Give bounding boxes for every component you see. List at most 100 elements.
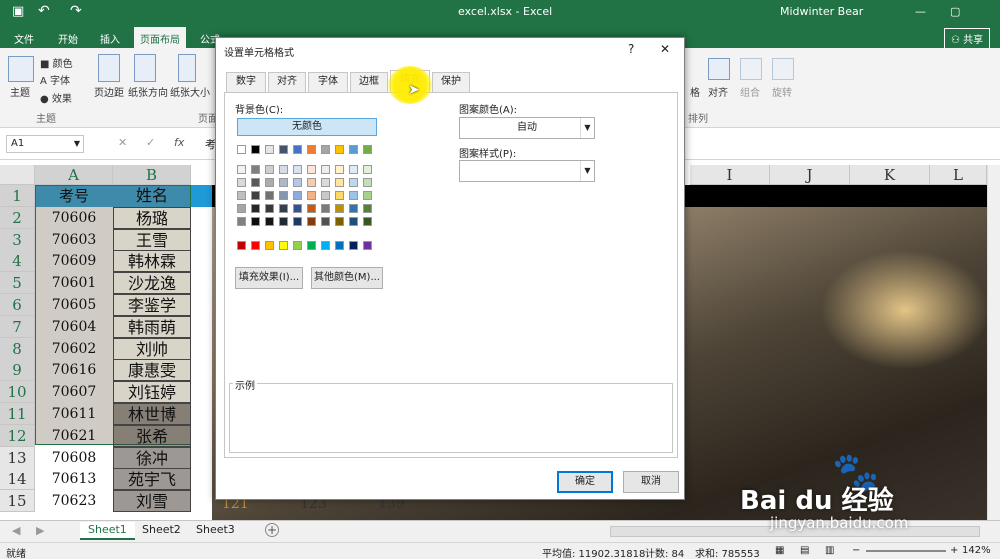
row-header[interactable]: 4 <box>0 250 35 272</box>
tint-color-swatch[interactable] <box>349 217 358 226</box>
tint-color-swatch[interactable] <box>251 191 260 200</box>
tint-color-swatch[interactable] <box>279 204 288 213</box>
size-icon[interactable] <box>178 54 196 82</box>
row-header[interactable]: 8 <box>0 338 35 360</box>
pattern-style-select[interactable]: ▼ <box>459 160 595 182</box>
row-header[interactable]: 7 <box>0 316 35 338</box>
tab-home[interactable]: 开始 <box>52 29 84 48</box>
help-icon[interactable]: ? <box>628 42 634 56</box>
theme-color-swatch[interactable] <box>265 145 274 154</box>
row-header[interactable]: 14 <box>0 468 35 490</box>
undo-icon[interactable]: ↶ <box>38 3 50 19</box>
colors-button[interactable]: ■ 颜色 <box>40 55 73 70</box>
tint-color-swatch[interactable] <box>349 165 358 174</box>
tint-color-swatch[interactable] <box>265 178 274 187</box>
zoom-out-icon[interactable]: − <box>852 545 860 556</box>
tint-color-swatch[interactable] <box>279 191 288 200</box>
row-header[interactable]: 13 <box>0 447 35 469</box>
tab-file[interactable]: 文件 <box>8 29 40 48</box>
theme-color-swatch[interactable] <box>237 145 246 154</box>
cell-name[interactable]: 王雪 <box>113 229 191 251</box>
function-icon[interactable]: fx <box>174 136 184 149</box>
effects-button[interactable]: ● 效果 <box>40 90 72 105</box>
tint-color-swatch[interactable] <box>237 204 246 213</box>
tint-color-swatch[interactable] <box>293 217 302 226</box>
tint-color-swatch[interactable] <box>265 165 274 174</box>
ok-button[interactable]: 确定 <box>557 471 613 493</box>
standard-color-swatch[interactable] <box>237 241 246 250</box>
cell-name[interactable]: 刘帅 <box>113 338 191 360</box>
tint-color-swatch[interactable] <box>363 165 372 174</box>
cell-name[interactable]: 沙龙逸 <box>113 272 191 294</box>
minimize-icon[interactable]: — <box>915 5 926 18</box>
cell-name[interactable]: 林世博 <box>113 403 191 425</box>
tint-color-swatch[interactable] <box>363 178 372 187</box>
header-cell-id[interactable]: 考号 <box>35 185 113 207</box>
row-header[interactable]: 1 <box>0 185 35 207</box>
tint-color-swatch[interactable] <box>293 191 302 200</box>
row-header[interactable]: 15 <box>0 490 35 512</box>
cell-id[interactable]: 70608 <box>35 447 113 469</box>
cell-id[interactable]: 70609 <box>35 250 113 272</box>
tint-color-swatch[interactable] <box>279 165 288 174</box>
theme-color-swatch[interactable] <box>293 145 302 154</box>
standard-color-swatch[interactable] <box>321 241 330 250</box>
tab-page-layout[interactable]: 页面布局 <box>134 27 186 48</box>
cell-id[interactable]: 70621 <box>35 425 113 447</box>
tint-color-swatch[interactable] <box>265 191 274 200</box>
row-header[interactable]: 12 <box>0 425 35 447</box>
row-header[interactable]: 2 <box>0 207 35 229</box>
tint-color-swatch[interactable] <box>307 217 316 226</box>
name-box[interactable]: A1 ▼ <box>6 135 84 153</box>
col-header-b[interactable]: B <box>113 165 191 185</box>
cell-id[interactable]: 70601 <box>35 272 113 294</box>
tint-color-swatch[interactable] <box>237 217 246 226</box>
share-button[interactable]: ⚇ 共享 <box>944 28 991 49</box>
cell-name[interactable]: 康惠雯 <box>113 359 191 381</box>
cell-name[interactable]: 张希 <box>113 425 191 447</box>
fonts-button[interactable]: A 字体 <box>40 72 70 87</box>
col-header-l[interactable]: L <box>930 165 987 185</box>
tint-color-swatch[interactable] <box>349 178 358 187</box>
cell-name[interactable]: 苑宇飞 <box>113 468 191 490</box>
tint-color-swatch[interactable] <box>237 178 246 187</box>
tint-color-swatch[interactable] <box>321 191 330 200</box>
standard-color-swatch[interactable] <box>363 241 372 250</box>
standard-color-swatch[interactable] <box>265 241 274 250</box>
row-header[interactable]: 5 <box>0 272 35 294</box>
theme-color-swatch[interactable] <box>279 145 288 154</box>
tint-color-swatch[interactable] <box>307 191 316 200</box>
fill-effects-button[interactable]: 填充效果(I)... <box>235 267 303 289</box>
cell-name[interactable]: 韩雨萌 <box>113 316 191 338</box>
tint-color-swatch[interactable] <box>265 217 274 226</box>
tint-color-swatch[interactable] <box>307 178 316 187</box>
cell-id[interactable]: 70604 <box>35 316 113 338</box>
margins-icon[interactable] <box>98 54 120 82</box>
row-header[interactable]: 3 <box>0 229 35 251</box>
group-icon[interactable] <box>740 58 762 80</box>
tint-color-swatch[interactable] <box>293 165 302 174</box>
tint-color-swatch[interactable] <box>251 204 260 213</box>
maximize-icon[interactable]: ▢ <box>950 5 960 18</box>
save-icon[interactable]: ▣ <box>12 4 24 19</box>
zoom-slider[interactable] <box>866 550 946 552</box>
cancel-button[interactable]: 取消 <box>623 471 679 493</box>
col-header-a[interactable]: A <box>35 165 113 185</box>
sheet-tab-3[interactable]: Sheet3 <box>188 522 243 540</box>
no-color-button[interactable]: 无颜色 <box>237 118 377 136</box>
align-icon[interactable] <box>708 58 730 80</box>
normal-view-icon[interactable]: ▦ <box>775 545 784 556</box>
tab-alignment[interactable]: 对齐 <box>268 72 306 92</box>
cell-id[interactable]: 70616 <box>35 359 113 381</box>
tint-color-swatch[interactable] <box>265 204 274 213</box>
page-layout-view-icon[interactable]: ▤ <box>800 545 809 556</box>
tint-color-swatch[interactable] <box>335 165 344 174</box>
sheet-tab-2[interactable]: Sheet2 <box>134 522 189 540</box>
cell-id[interactable]: 70603 <box>35 229 113 251</box>
add-sheet-icon[interactable]: + <box>265 523 279 537</box>
tint-color-swatch[interactable] <box>321 165 330 174</box>
tint-color-swatch[interactable] <box>363 217 372 226</box>
cell-name[interactable]: 韩林霖 <box>113 250 191 272</box>
tint-color-swatch[interactable] <box>335 178 344 187</box>
standard-color-swatch[interactable] <box>349 241 358 250</box>
